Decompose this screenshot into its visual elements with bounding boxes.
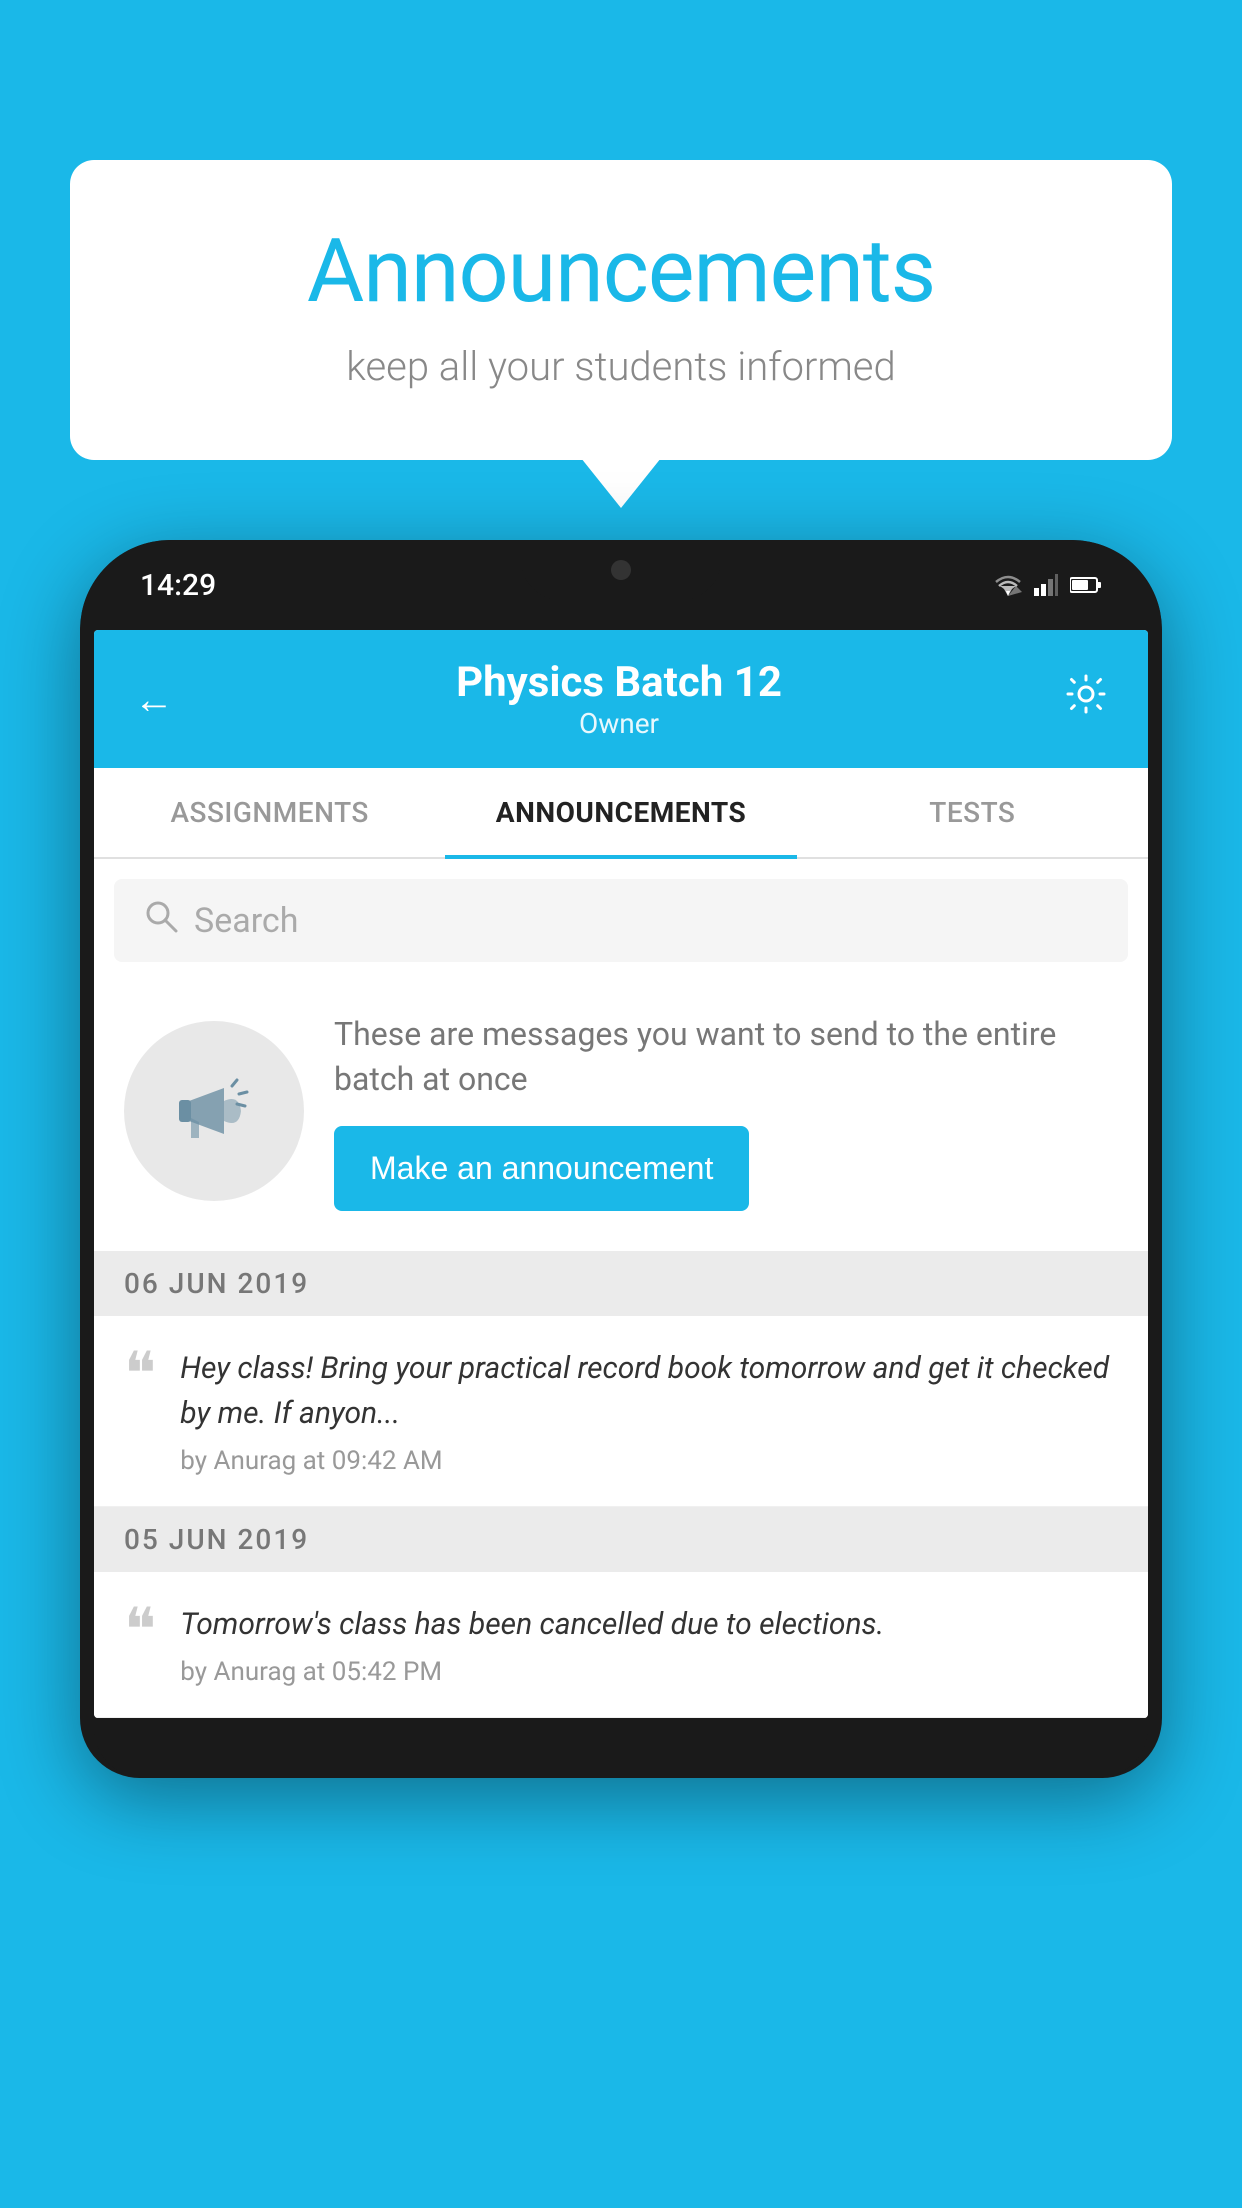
search-magnifier <box>144 899 178 933</box>
announcement-text-1: Hey class! Bring your practical record b… <box>180 1346 1118 1436</box>
make-announcement-button[interactable]: Make an announcement <box>334 1126 749 1211</box>
intro-right: These are messages you want to send to t… <box>334 1012 1118 1211</box>
date-separator-1: 06 JUN 2019 <box>94 1251 1148 1316</box>
tab-tests[interactable]: TESTS <box>797 768 1148 857</box>
settings-button[interactable] <box>1064 672 1108 726</box>
intro-description: These are messages you want to send to t… <box>334 1012 1118 1102</box>
header-center: Physics Batch 12 Owner <box>174 658 1064 740</box>
announcement-meta-1: by Anurag at 09:42 AM <box>180 1446 1118 1476</box>
search-placeholder: Search <box>194 901 298 941</box>
announcement-icon-circle <box>124 1021 304 1201</box>
status-icons <box>994 574 1102 596</box>
status-time: 14:29 <box>140 568 216 603</box>
back-button[interactable]: ← <box>134 676 174 723</box>
tabs-bar: ASSIGNMENTS ANNOUNCEMENTS TESTS <box>94 768 1148 859</box>
tab-announcements[interactable]: ANNOUNCEMENTS <box>445 768 796 857</box>
intro-section: These are messages you want to send to t… <box>94 982 1148 1251</box>
announcement-item-2[interactable]: ❝ Tomorrow's class has been cancelled du… <box>94 1572 1148 1718</box>
megaphone-icon <box>169 1066 259 1156</box>
bubble-title: Announcements <box>150 220 1092 323</box>
signal-icon <box>1034 574 1058 596</box>
announcement-meta-2: by Anurag at 05:42 PM <box>180 1657 1118 1687</box>
search-icon <box>144 899 178 942</box>
header-subtitle: Owner <box>174 707 1064 740</box>
phone-screen: ← Physics Batch 12 Owner ASSIGNMENTS ANN… <box>94 630 1148 1718</box>
phone-bottom <box>94 1718 1148 1778</box>
quote-icon-1: ❝ <box>124 1350 156 1398</box>
gear-icon <box>1064 672 1108 716</box>
date-separator-2: 05 JUN 2019 <box>94 1507 1148 1572</box>
bubble-subtitle: keep all your students informed <box>150 343 1092 390</box>
speech-bubble-container: Announcements keep all your students inf… <box>70 160 1172 460</box>
phone-wrapper: 14:29 <box>80 540 1162 2208</box>
camera <box>611 560 631 580</box>
announcement-text-2: Tomorrow's class has been cancelled due … <box>180 1602 1118 1647</box>
phone: 14:29 <box>80 540 1162 1778</box>
announcement-content-2: Tomorrow's class has been cancelled due … <box>180 1602 1118 1687</box>
speech-bubble: Announcements keep all your students inf… <box>70 160 1172 460</box>
quote-icon-2: ❝ <box>124 1606 156 1654</box>
search-bar[interactable]: Search <box>114 879 1128 962</box>
app-header: ← Physics Batch 12 Owner <box>94 630 1148 768</box>
notch <box>521 540 721 600</box>
wifi-icon <box>994 574 1022 596</box>
header-title: Physics Batch 12 <box>174 658 1064 707</box>
status-bar: 14:29 <box>80 540 1162 630</box>
announcement-content-1: Hey class! Bring your practical record b… <box>180 1346 1118 1476</box>
battery-icon <box>1070 576 1102 594</box>
announcement-item-1[interactable]: ❝ Hey class! Bring your practical record… <box>94 1316 1148 1507</box>
tab-assignments[interactable]: ASSIGNMENTS <box>94 768 445 857</box>
